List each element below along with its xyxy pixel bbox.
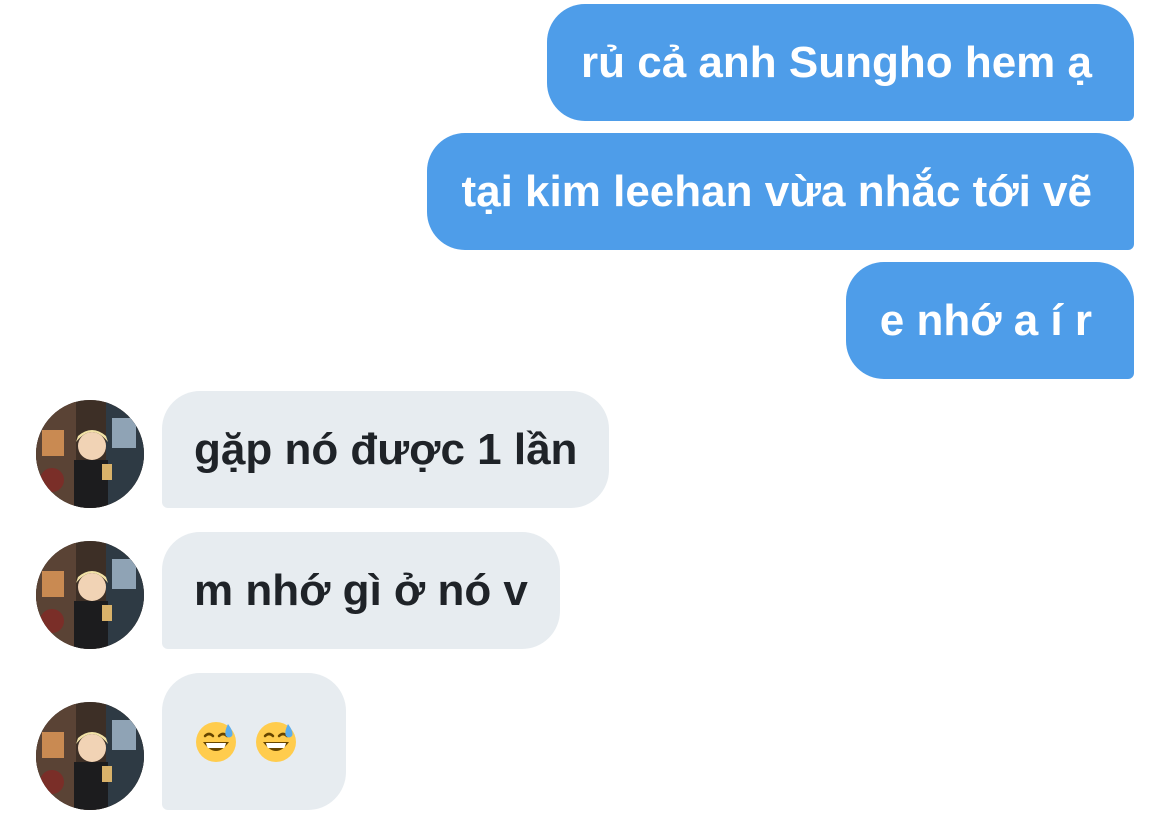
outgoing-message-bubble[interactable]: tại kim leehan vừa nhắc tới vẽ [427, 133, 1134, 250]
grinning-face-with-sweat-emoji [254, 720, 298, 764]
sender-avatar[interactable] [36, 400, 144, 508]
outgoing-message-bubble[interactable]: e nhớ a í r [845, 262, 1134, 379]
message-text: gặp nó được 1 lần [194, 424, 578, 474]
incoming-message-bubble[interactable]: gặp nó được 1 lần [162, 391, 610, 508]
outgoing-message-bubble[interactable]: rủ cả anh Sungho hem ạ [547, 4, 1134, 121]
avatar-photo-icon [36, 541, 144, 649]
message-text: e nhớ a í r [879, 295, 1092, 345]
incoming-message-bubble[interactable]: m nhớ gì ở nó v [162, 532, 560, 649]
sender-avatar[interactable] [36, 702, 144, 810]
sender-avatar[interactable] [36, 541, 144, 649]
message-text: m nhớ gì ở nó v [194, 565, 528, 615]
message-text: rủ cả anh Sungho hem ạ [581, 37, 1092, 87]
incoming-emoji-message-bubble[interactable] [162, 673, 346, 810]
grinning-face-with-sweat-emoji [194, 720, 238, 764]
message-text: tại kim leehan vừa nhắc tới vẽ [461, 166, 1092, 216]
avatar-photo-icon [36, 400, 144, 508]
avatar-photo-icon [36, 702, 144, 810]
